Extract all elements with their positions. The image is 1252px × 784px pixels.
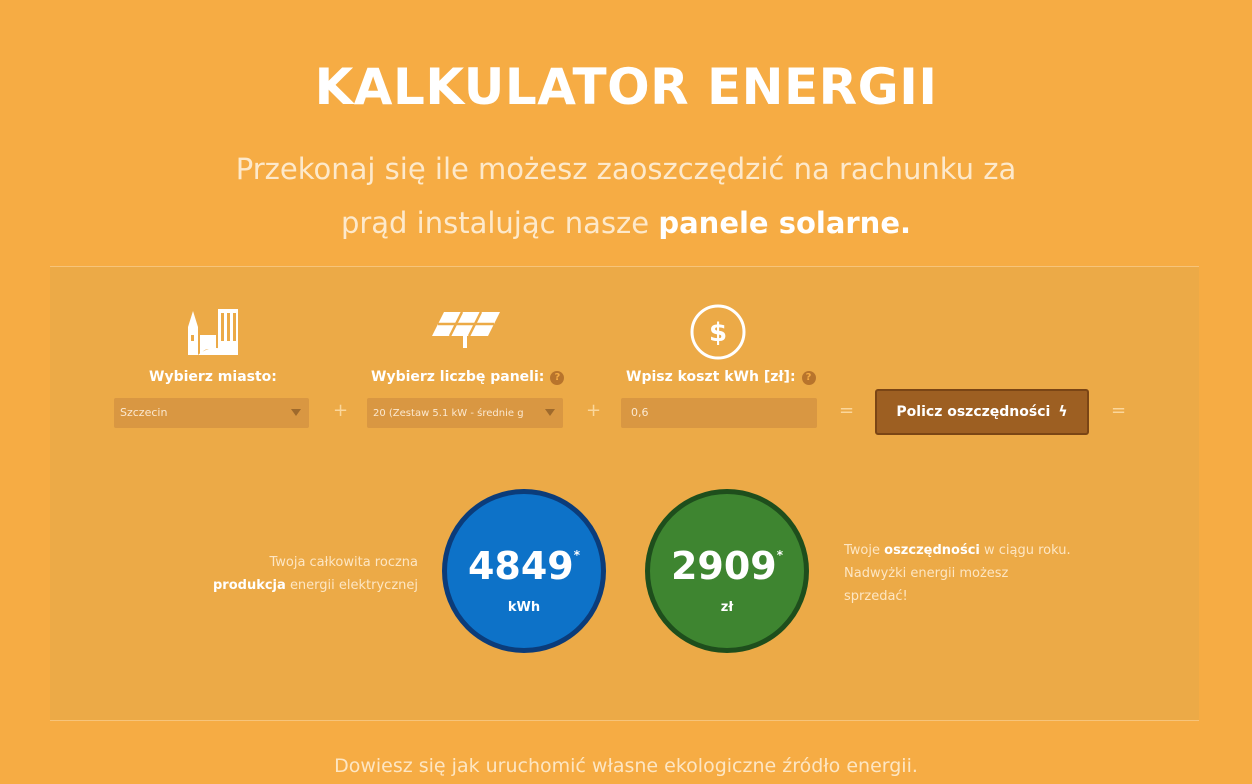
city-select[interactable]: Szczecin [114, 398, 309, 428]
subtitle-highlight: panele solarne. [658, 206, 912, 240]
subtitle-line1: Przekonaj się ile możesz zaoszczędzić na… [235, 152, 1017, 186]
production-asterisk: * [573, 548, 581, 562]
production-desc-text2: energii elektrycznej [289, 578, 418, 593]
svg-text:$: $ [709, 318, 727, 348]
savings-result-circle: 2909* zł [645, 489, 809, 653]
savings-asterisk: * [776, 548, 784, 562]
panels-label-text: Wybierz liczbę paneli: [371, 369, 545, 385]
help-icon[interactable]: ? [801, 371, 816, 385]
savings-desc-bold: oszczędności [884, 543, 980, 558]
footer-text: Dowiesz się jak uruchomić własne ekologi… [334, 755, 918, 777]
savings-value: 2909* [650, 544, 804, 588]
production-value: 4849* [447, 544, 601, 588]
production-unit: kWh [507, 600, 541, 615]
production-desc-text: Twoja całkowita roczna [269, 555, 418, 570]
equals-sign: = [1111, 400, 1127, 421]
production-result-circle: 4849* kWh [442, 489, 606, 653]
plus-sign: + [333, 400, 349, 421]
chevron-down-icon [291, 409, 301, 416]
production-desc-bold: produkcja [213, 578, 286, 593]
calculate-button[interactable]: Policz oszczędności ϟ [875, 389, 1089, 435]
city-icon [188, 309, 238, 355]
chevron-down-icon [545, 409, 555, 416]
cost-label-text: Wpisz koszt kWh [zł]: [626, 369, 796, 385]
dollar-icon: $ [690, 304, 746, 360]
panels-select-value: 20 (Zestaw 5.1 kW - średnie g [373, 408, 524, 419]
cost-input[interactable]: 0,6 [621, 398, 817, 428]
panels-select[interactable]: 20 (Zestaw 5.1 kW - średnie g [367, 398, 563, 428]
savings-description: Twoje oszczędności w ciągu roku. Nadwyżk… [844, 539, 1074, 608]
lightning-icon: ϟ [1058, 404, 1068, 420]
page-title: KALKULATOR ENERGII [314, 58, 938, 116]
equals-sign: = [839, 400, 855, 421]
page-subtitle: Przekonaj się ile możesz zaoszczędzić na… [226, 142, 1026, 250]
cost-input-value: 0,6 [631, 406, 649, 419]
savings-desc-text: Twoje [844, 543, 880, 558]
production-number: 4849 [467, 544, 574, 588]
city-label: Wybierz miasto: [149, 369, 277, 385]
calculate-button-label: Policz oszczędności [896, 404, 1051, 420]
subtitle-line2: prąd instalując nasze [340, 206, 650, 240]
savings-unit: zł [720, 600, 734, 615]
city-select-value: Szczecin [120, 406, 168, 419]
help-icon[interactable]: ? [550, 371, 565, 385]
panels-label: Wybierz liczbę paneli:? [371, 369, 565, 385]
savings-number: 2909 [670, 544, 777, 588]
production-description: Twoja całkowita roczna produkcja energii… [180, 551, 418, 597]
cost-label: Wpisz koszt kWh [zł]:? [626, 369, 816, 385]
solar-panel-icon [432, 311, 500, 348]
plus-sign: + [586, 400, 602, 421]
